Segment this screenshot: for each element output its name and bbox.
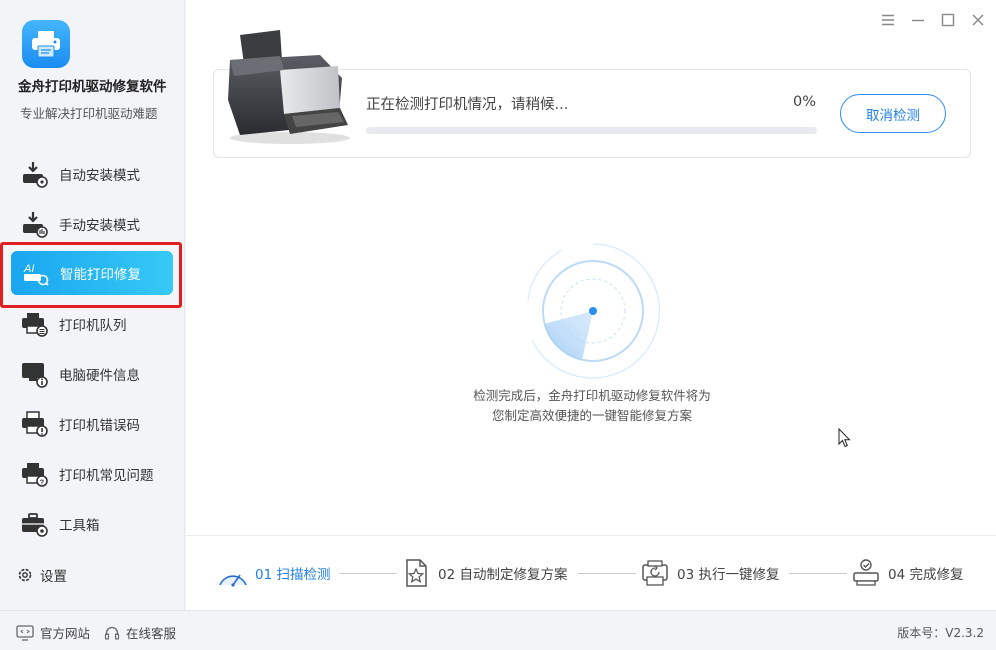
close-icon (972, 14, 984, 26)
sidebar-item-label: 打印机错误码 (59, 418, 140, 434)
step-connector (578, 573, 636, 574)
version-label: 版本号：V2.3.2 (897, 626, 984, 640)
step-connector (789, 573, 847, 574)
sidebar-item-label: 手动安装模式 (59, 218, 140, 234)
printer-illustration-icon (228, 30, 350, 144)
step-complete: 04 完成修复 (850, 558, 963, 588)
official-website-link[interactable]: 官方网站 (16, 623, 90, 642)
sidebar-item-label: 工具箱 (59, 518, 100, 534)
repair-printer-icon (639, 558, 671, 588)
hardware-info-icon (20, 360, 48, 388)
progress-bar (366, 127, 817, 134)
scan-caption-line: 您制定高效便捷的一键智能修复方案 (491, 408, 692, 423)
close-button[interactable] (968, 10, 988, 30)
auto-install-icon (20, 160, 48, 188)
error-code-icon (20, 410, 48, 438)
step-label: 02 自动制定修复方案 (438, 567, 568, 583)
cancel-detection-button[interactable]: 取消检测 (840, 94, 946, 133)
radar-scan-icon (527, 243, 660, 379)
scan-icon (217, 558, 249, 588)
mouse-cursor-icon (838, 428, 851, 448)
sidebar-item-manual-install[interactable]: 手动安装模式 (0, 199, 185, 249)
official-website-label: 官方网站 (40, 626, 91, 641)
sidebar-item-auto-install[interactable]: 自动安装模式 (0, 149, 185, 199)
manual-install-icon (20, 210, 48, 238)
sidebar-item-faq[interactable]: ? 打印机常见问题 (0, 449, 185, 499)
svg-text:AI: AI (23, 263, 34, 275)
minimize-button[interactable] (908, 10, 928, 30)
app-logo-icon (22, 20, 70, 68)
sidebar-item-label: 自动安装模式 (59, 168, 140, 184)
sidebar: 金舟打印机驱动修复软件 专业解决打印机驱动难题 自动安装模式 手动安装模式 AI… (0, 0, 185, 610)
monitor-icon (16, 624, 34, 641)
headset-icon (104, 625, 120, 641)
online-support-label: 在线客服 (126, 626, 177, 641)
step-connector (339, 573, 397, 574)
sidebar-item-label: 电脑硬件信息 (59, 368, 140, 384)
ai-repair-icon: AI (21, 259, 49, 287)
sidebar-item-label: 智能打印修复 (60, 267, 141, 283)
printer-queue-icon (20, 310, 48, 338)
settings-label: 设置 (40, 569, 67, 585)
app-name: 金舟打印机驱动修复软件 (18, 79, 167, 95)
complete-printer-icon (850, 558, 882, 588)
status-text: 正在检测打印机情况，请稍候... (366, 97, 569, 113)
step-label: 04 完成修复 (888, 567, 964, 583)
footer: 官方网站 在线客服 版本号：V2.3.2 (0, 610, 996, 650)
progress-percent: 0% (793, 94, 817, 110)
sidebar-item-label: 打印机队列 (59, 318, 127, 334)
settings-button[interactable]: 设置 (16, 565, 67, 585)
maximize-button[interactable] (938, 10, 958, 30)
sidebar-item-printer-queue[interactable]: 打印机队列 (0, 299, 185, 349)
gear-icon (16, 566, 34, 584)
sidebar-item-label: 打印机常见问题 (59, 468, 154, 484)
step-scan: 01 扫描检测 (217, 558, 330, 588)
app-slogan: 专业解决打印机驱动难题 (20, 106, 158, 121)
plan-document-icon (400, 558, 432, 588)
step-label: 03 执行一键修复 (677, 567, 780, 583)
toolbox-icon (20, 510, 48, 538)
maximize-icon (941, 13, 955, 27)
menu-button[interactable] (878, 10, 898, 30)
sidebar-item-toolbox[interactable]: 工具箱 (0, 499, 185, 549)
online-support-link[interactable]: 在线客服 (104, 623, 176, 642)
faq-icon: ? (20, 460, 48, 488)
window-controls (878, 10, 988, 30)
step-label: 01 扫描检测 (255, 567, 331, 583)
sidebar-item-hardware-info[interactable]: 电脑硬件信息 (0, 349, 185, 399)
step-plan: 02 自动制定修复方案 (400, 558, 567, 588)
sidebar-item-error-code[interactable]: 打印机错误码 (0, 399, 185, 449)
svg-text:?: ? (40, 477, 45, 486)
step-repair: 03 执行一键修复 (639, 558, 779, 588)
sidebar-item-ai-repair[interactable]: AI 智能打印修复 (11, 251, 173, 295)
menu-icon (882, 14, 894, 26)
minimize-icon (912, 19, 924, 22)
scan-caption: 检测完成后，金舟打印机驱动修复软件将为 您制定高效便捷的一键智能修复方案 (386, 386, 798, 426)
main-panel: 正在检测打印机情况，请稍候... 0% 取消检测 检测完成后，金舟打印机驱动修复… (186, 0, 996, 610)
scan-caption-line: 检测完成后，金舟打印机驱动修复软件将为 (473, 388, 711, 403)
divider (186, 535, 996, 536)
